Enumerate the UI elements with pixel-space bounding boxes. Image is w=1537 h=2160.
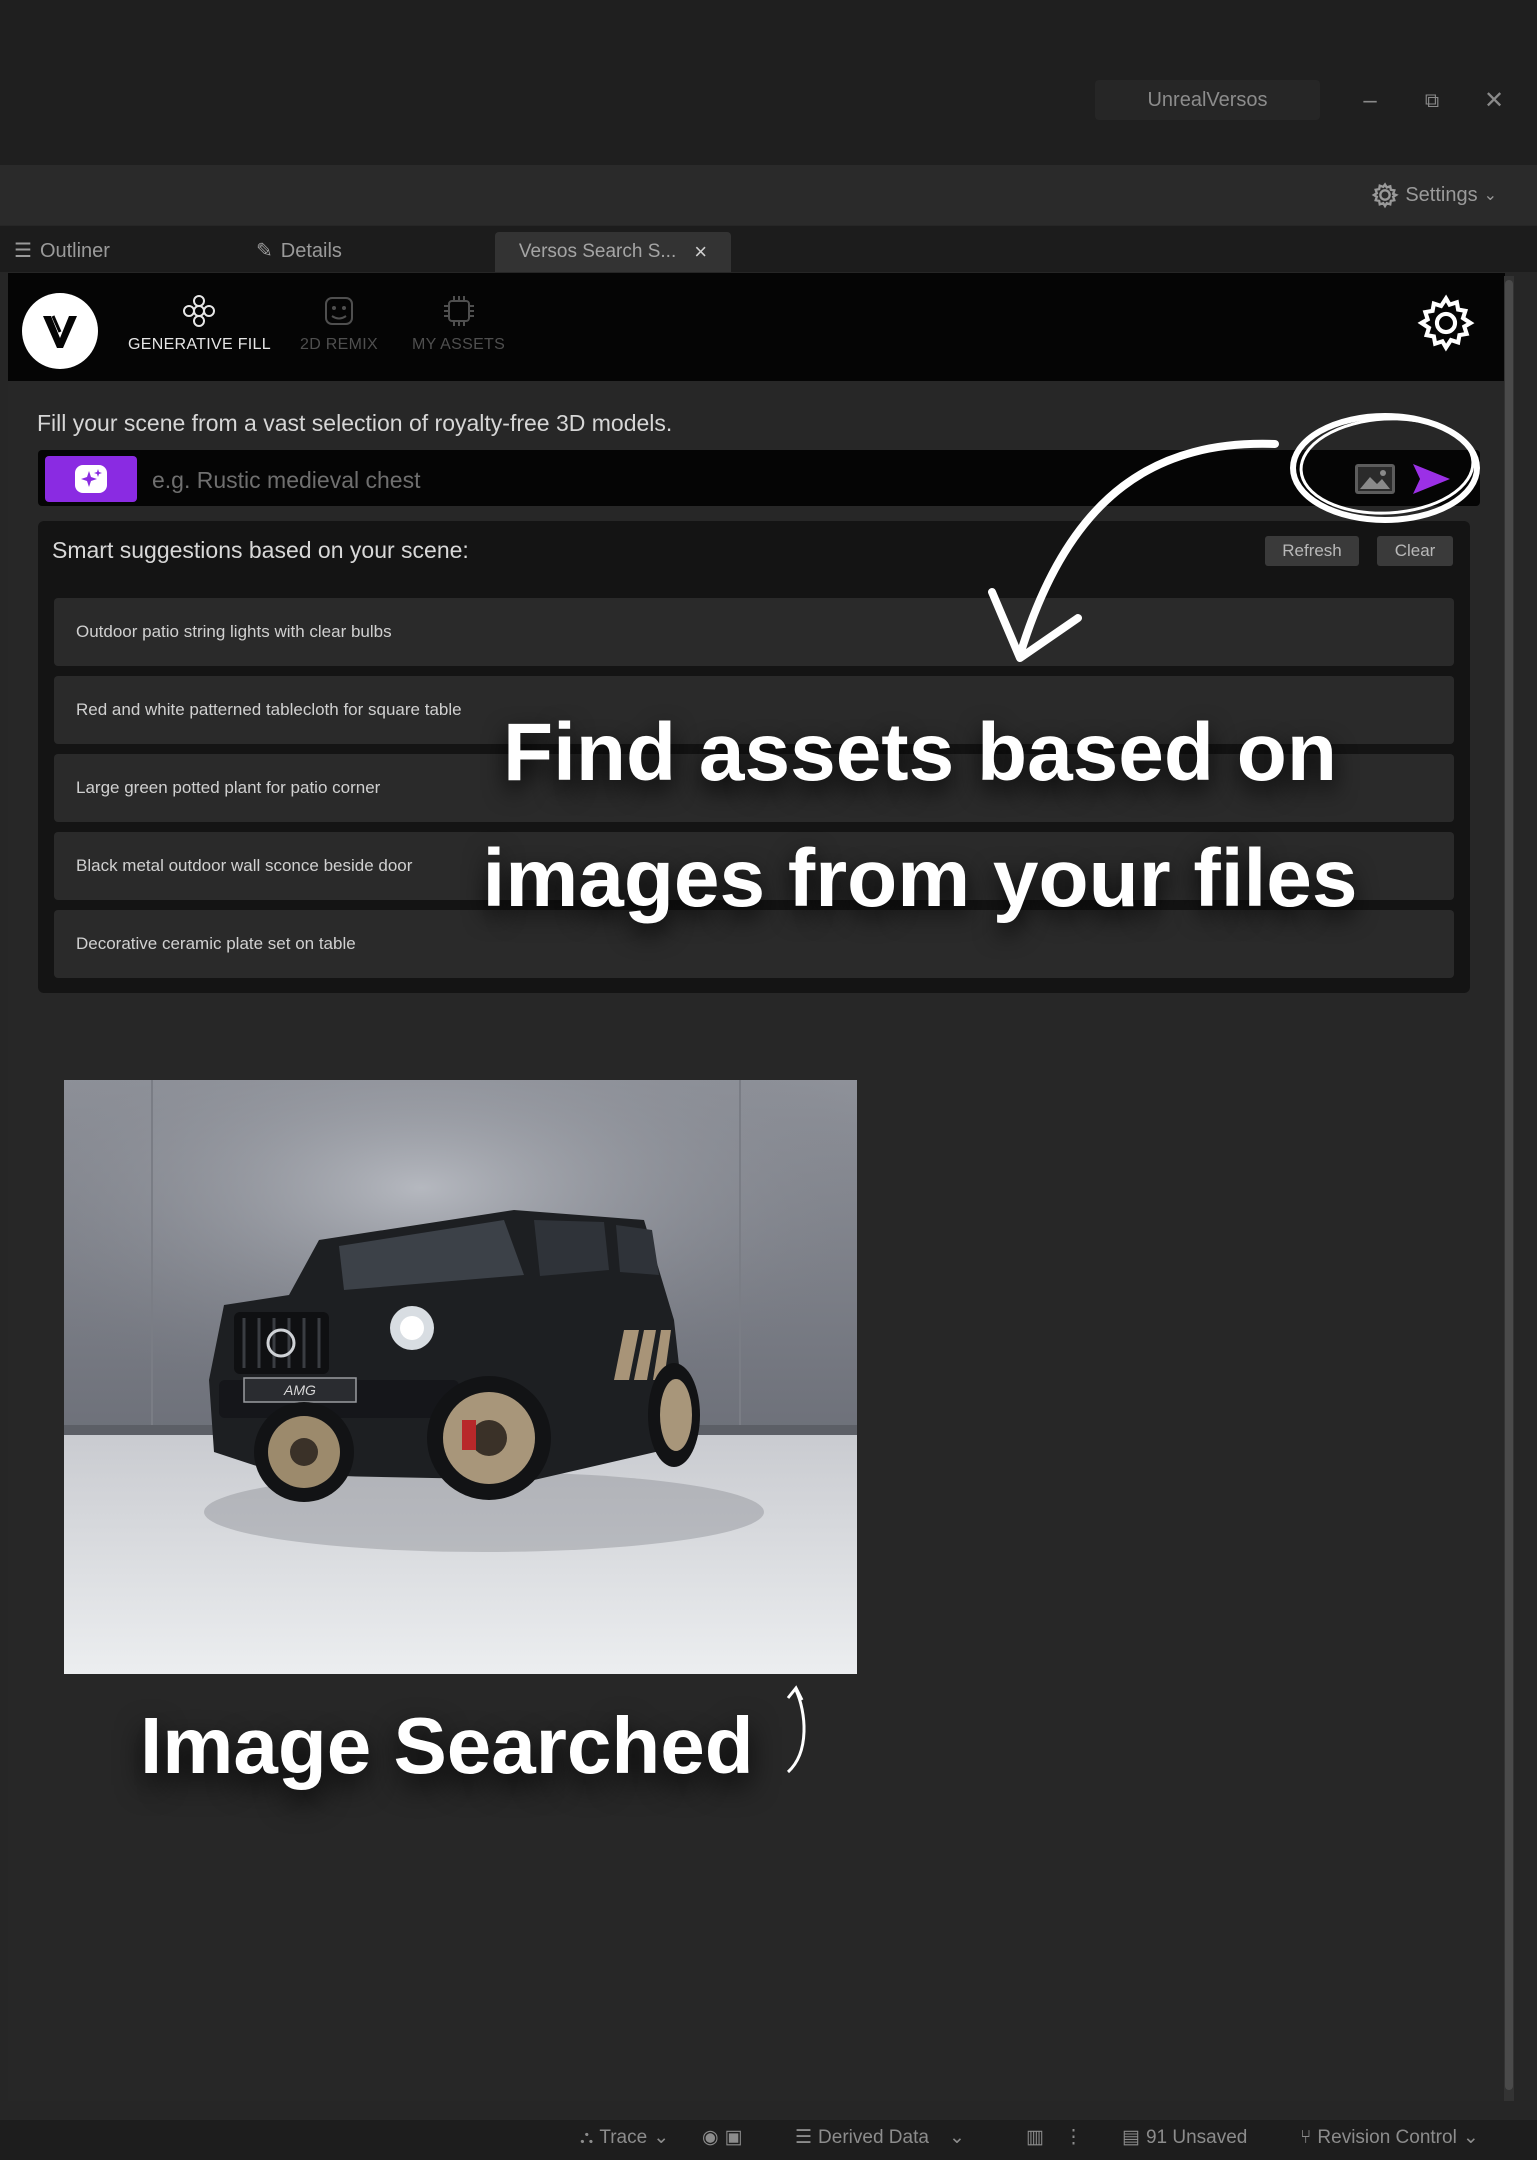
branch-icon: ⑂	[1300, 2126, 1312, 2148]
searched-car-image: AMG	[64, 1080, 857, 1674]
face-icon	[324, 297, 353, 325]
camera-icon: ▣	[724, 2127, 743, 2148]
pencil-icon: ✎	[256, 240, 273, 262]
tab-outliner[interactable]: ☰ Outliner	[14, 232, 110, 270]
gear-icon	[1371, 182, 1400, 209]
unsaved-label: 91 Unsaved	[1145, 2126, 1248, 2148]
chevron-down-icon: ⌄	[653, 2127, 670, 2148]
trace-icon: ⛬	[580, 2126, 594, 2148]
revision-control-label: Revision Control	[1317, 2126, 1457, 2148]
unsaved-button[interactable]: ▤ 91 Unsaved	[1122, 2126, 1247, 2149]
tab-outliner-label: Outliner	[39, 240, 110, 262]
plugin-settings-button[interactable]	[1415, 292, 1477, 354]
close-window-button[interactable]: ✕	[1474, 86, 1514, 116]
flower-icon	[183, 295, 216, 327]
suggestions-title: Smart suggestions based on your scene:	[52, 537, 469, 563]
tab-bar	[0, 226, 1537, 272]
app-title: UnrealVersos	[1095, 80, 1320, 120]
nav-generative-fill[interactable]: GENERATIVE FILL	[128, 292, 271, 354]
nav-2d-remix-label: 2D REMIX	[300, 336, 378, 353]
chart-icon: ▥	[1026, 2127, 1044, 2148]
revision-control-button[interactable]: ⑂ Revision Control ⌄	[1300, 2126, 1479, 2149]
settings-label: Settings	[1405, 183, 1478, 206]
nav-my-assets-label: MY ASSETS	[412, 336, 506, 353]
tab-versos-search[interactable]: Versos Search S... ×	[495, 232, 731, 272]
caption-arrow	[786, 1685, 806, 1774]
minimize-button[interactable]: –	[1350, 86, 1390, 116]
toolbar-strip	[0, 165, 1537, 225]
sparkle-icon	[75, 465, 107, 493]
tab-close-icon[interactable]: ×	[694, 239, 707, 265]
tab-details[interactable]: ✎ Details	[256, 232, 342, 270]
versos-logo	[22, 293, 98, 369]
chevron-down-icon: ⌄	[948, 2127, 965, 2148]
database-icon: ☰	[795, 2127, 813, 2148]
gear-icon	[1417, 294, 1475, 352]
nav-my-assets[interactable]: MY ASSETS	[412, 292, 505, 354]
trace-label: Trace	[599, 2126, 648, 2148]
scrollbar-thumb[interactable]	[1505, 280, 1513, 2090]
image-caption: Image Searched	[140, 1701, 754, 1790]
record-icon: ◉	[702, 2127, 719, 2148]
more-icon: ⋮	[1063, 2127, 1083, 2148]
magic-suggest-button[interactable]	[45, 456, 137, 502]
annotation-arrow	[988, 413, 1480, 662]
save-icon: ▤	[1122, 2127, 1140, 2148]
stats-button[interactable]: ▥ ⋮	[1026, 2126, 1083, 2149]
overlay-headline: Find assets based on images from your fi…	[420, 690, 1420, 942]
v-logo-icon	[43, 315, 77, 348]
chip-icon	[443, 296, 474, 326]
headline-line-2: images from your files	[482, 833, 1358, 924]
trace-button[interactable]: ⛬ Trace ⌄	[580, 2126, 669, 2149]
nav-2d-remix[interactable]: 2D REMIX	[300, 292, 378, 354]
derived-data-label: Derived Data	[818, 2126, 929, 2148]
derived-data-button[interactable]: ☰ Derived Data ⌄	[795, 2126, 965, 2149]
intro-text: Fill your scene from a vast selection of…	[37, 410, 673, 436]
list-icon: ☰	[14, 240, 32, 262]
tab-details-label: Details	[280, 240, 342, 262]
settings-menu-button[interactable]: Settings ⌄	[1371, 177, 1497, 213]
chevron-down-icon: ⌄	[1462, 2127, 1479, 2148]
nav-generative-fill-label: GENERATIVE FILL	[128, 336, 271, 353]
record-button[interactable]: ◉ ▣	[702, 2126, 743, 2149]
restore-button[interactable]: ⧉	[1412, 86, 1452, 116]
headline-line-1: Find assets based on	[503, 707, 1337, 798]
chevron-down-icon: ⌄	[1483, 187, 1497, 204]
car-plate: AMG	[283, 1382, 316, 1398]
tab-versos-label: Versos Search S...	[518, 241, 677, 262]
